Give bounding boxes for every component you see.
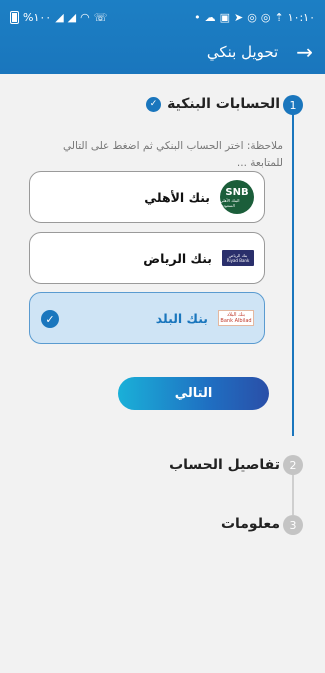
albilad-logo-icon: بنك البلاد Bank Albilad xyxy=(218,310,254,326)
instruction-note: ملاحظة: اختر الحساب البنكي ثم اضغط على ا… xyxy=(63,140,283,169)
gallery-icon: ▣ xyxy=(219,10,230,24)
bank-name: بنك البلد xyxy=(155,310,208,326)
step-2-number: 2 xyxy=(289,458,297,472)
step-1-number: 1 xyxy=(289,98,297,112)
telegram-icon: ➤ xyxy=(234,10,244,24)
bank-name: بنك الرياض xyxy=(143,250,212,266)
step-2-circle: 2 xyxy=(283,455,303,475)
wifi-call-icon: ☏ xyxy=(93,10,108,24)
page-title: تحويل بنكي xyxy=(206,43,279,61)
riyad-bank-logo-icon: بنك الرياض Riyad Bank xyxy=(222,250,254,266)
signal-icon: ◢ xyxy=(55,10,64,24)
snb-logo-icon: SNB البنك الأهلي السعودي xyxy=(220,180,254,214)
status-time: ١٠:١٠ xyxy=(287,10,315,24)
selected-check-icon: ✓ xyxy=(41,310,59,328)
title-row: تحويل بنكي → xyxy=(0,34,325,70)
whatsapp-icon: ◎ xyxy=(247,10,257,24)
signal-icon: ◢ xyxy=(67,10,77,24)
bank-card-riyad[interactable]: بنك الرياض بنك الرياض Riyad Bank xyxy=(29,232,265,284)
bank-name: بنك الأهلي xyxy=(144,189,210,205)
stepper-rail-2 xyxy=(292,475,294,515)
step-3-number: 3 xyxy=(289,518,297,532)
battery-percent: %١٠٠ xyxy=(23,10,52,24)
back-arrow-icon[interactable]: → xyxy=(296,42,313,62)
step-1-circle: 1 xyxy=(283,95,303,115)
bank-card-alahli[interactable]: بنك الأهلي SNB البنك الأهلي السعودي xyxy=(29,171,265,223)
upload-icon: ⇡ xyxy=(274,10,284,24)
wifi-icon: ◠ xyxy=(80,10,90,24)
battery-icon xyxy=(10,10,19,24)
step-3-title[interactable]: معلومات xyxy=(221,516,280,532)
step-1-title[interactable]: ✓ الحسابات البنكية xyxy=(146,96,280,112)
step-1-label: الحسابات البنكية xyxy=(167,96,280,112)
bank-card-albilad[interactable]: ✓ بنك البلد بنك البلاد Bank Albilad xyxy=(29,292,265,344)
status-left: %١٠٠ ◢ ◢ ◠ ☏ xyxy=(10,10,108,24)
dot-icon: • xyxy=(194,10,201,24)
cloud-icon: ☁ xyxy=(204,10,216,24)
stepper-rail-active xyxy=(292,114,294,436)
check-icon: ✓ xyxy=(146,96,162,112)
status-right: • ☁ ▣ ➤ ◎ ◎ ⇡ ١٠:١٠ xyxy=(194,11,315,24)
next-button[interactable]: التالي xyxy=(118,377,269,410)
step-2-title[interactable]: تفاصيل الحساب xyxy=(169,457,280,473)
whatsapp-icon: ◎ xyxy=(260,10,271,24)
status-bar: %١٠٠ ◢ ◢ ◠ ☏ • ☁ ▣ ➤ ◎ ◎ ⇡ ١٠:١٠ xyxy=(0,0,325,34)
step-3-circle: 3 xyxy=(283,515,303,535)
app-header: %١٠٠ ◢ ◢ ◠ ☏ • ☁ ▣ ➤ ◎ ◎ ⇡ ١٠:١٠ تحويل ب… xyxy=(0,0,325,74)
